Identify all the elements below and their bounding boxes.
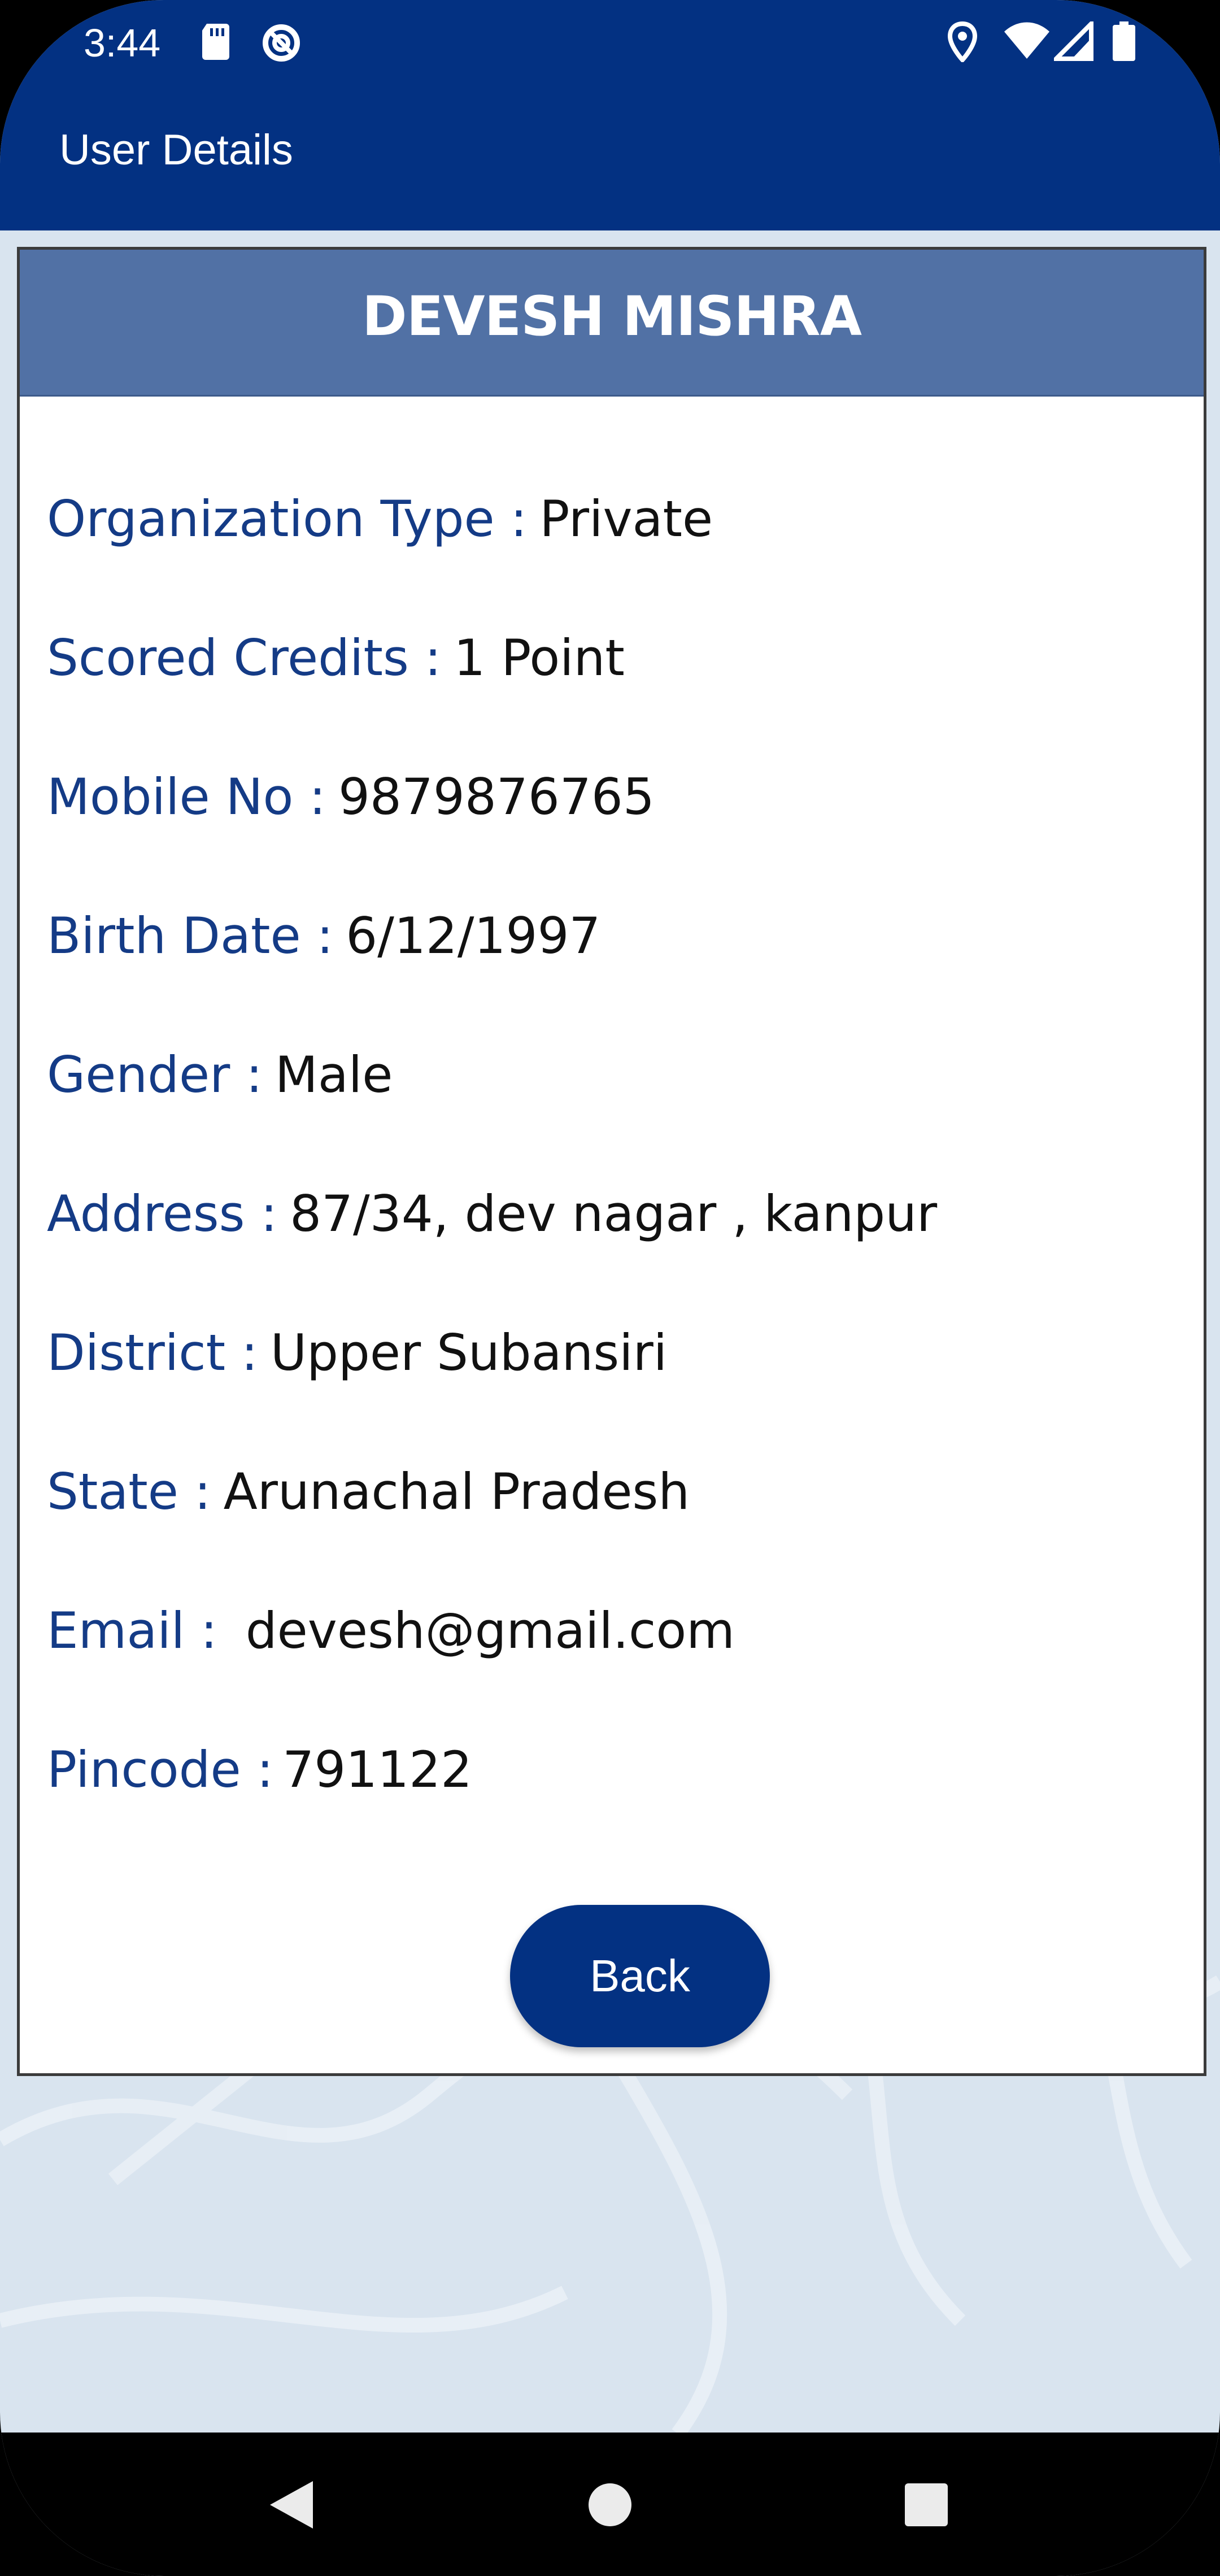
app-bar: User Details [0, 85, 1220, 230]
status-bar: 3:44 [0, 0, 1220, 85]
detail-value: 9879876765 [338, 768, 655, 826]
user-details-card: DEVESH MISHRA Organization Type : Private… [17, 247, 1206, 2076]
system-nav-bar [0, 2433, 1220, 2576]
back-triangle-icon[interactable] [265, 2478, 316, 2534]
detail-organization-type: Organization Type : Private [47, 490, 713, 548]
detail-value: Private [539, 490, 713, 548]
detail-label: Pincode : [47, 1740, 274, 1799]
detail-label: Address : [47, 1185, 278, 1243]
detail-value: 6/12/1997 [346, 907, 601, 965]
home-circle-icon[interactable] [587, 2478, 633, 2534]
card-header: DEVESH MISHRA [20, 250, 1204, 397]
detail-label: District : [47, 1324, 258, 1382]
detail-mobile-no: Mobile No :9879876765 [47, 768, 655, 826]
detail-state: State : Arunachal Pradesh [47, 1463, 690, 1521]
recents-square-icon[interactable] [904, 2478, 949, 2534]
sd-card-icon [199, 21, 233, 63]
detail-value: Arunachal Pradesh [223, 1463, 690, 1521]
wifi-icon [1003, 21, 1051, 63]
detail-email: Email : devesh@gmail.com [47, 1602, 735, 1660]
battery-icon [1112, 21, 1136, 64]
detail-label: Gender : [47, 1046, 263, 1104]
detail-gender: Gender : Male [47, 1046, 393, 1104]
status-time: 3:44 [84, 21, 161, 65]
detail-label: Organization Type : [47, 490, 528, 548]
detail-address: Address :87/34, dev nagar , kanpur [47, 1185, 937, 1243]
detail-value: Upper Subansiri [270, 1324, 668, 1382]
location-icon [947, 21, 978, 64]
user-name: DEVESH MISHRA [362, 285, 862, 348]
detail-value: Male [274, 1046, 393, 1104]
detail-label: Mobile No : [47, 768, 326, 826]
detail-value: 791122 [282, 1740, 473, 1799]
detail-label: Scored Credits : [47, 629, 442, 687]
detail-value: 87/34, dev nagar , kanpur [290, 1185, 938, 1243]
signal-icon [1051, 18, 1093, 63]
page-title: User Details [59, 126, 293, 174]
detail-label: Email : [47, 1602, 217, 1660]
detail-pincode: Pincode :791122 [47, 1740, 472, 1799]
detail-value: devesh@gmail.com [229, 1602, 735, 1660]
detail-value: 1 Point [454, 629, 625, 687]
detail-district: District : Upper Subansiri [47, 1324, 667, 1382]
phone-screen: 3:44 User Details DEVESH MISHRA Organiza… [0, 0, 1220, 2576]
detail-scored-credits: Scored Credits :1 Point [47, 629, 625, 687]
detail-label: Birth Date : [47, 907, 334, 965]
detail-birth-date: Birth Date :6/12/1997 [47, 907, 600, 965]
data-saver-icon [260, 21, 303, 67]
back-button[interactable]: Back [510, 1905, 770, 2047]
detail-label: State : [47, 1463, 211, 1521]
